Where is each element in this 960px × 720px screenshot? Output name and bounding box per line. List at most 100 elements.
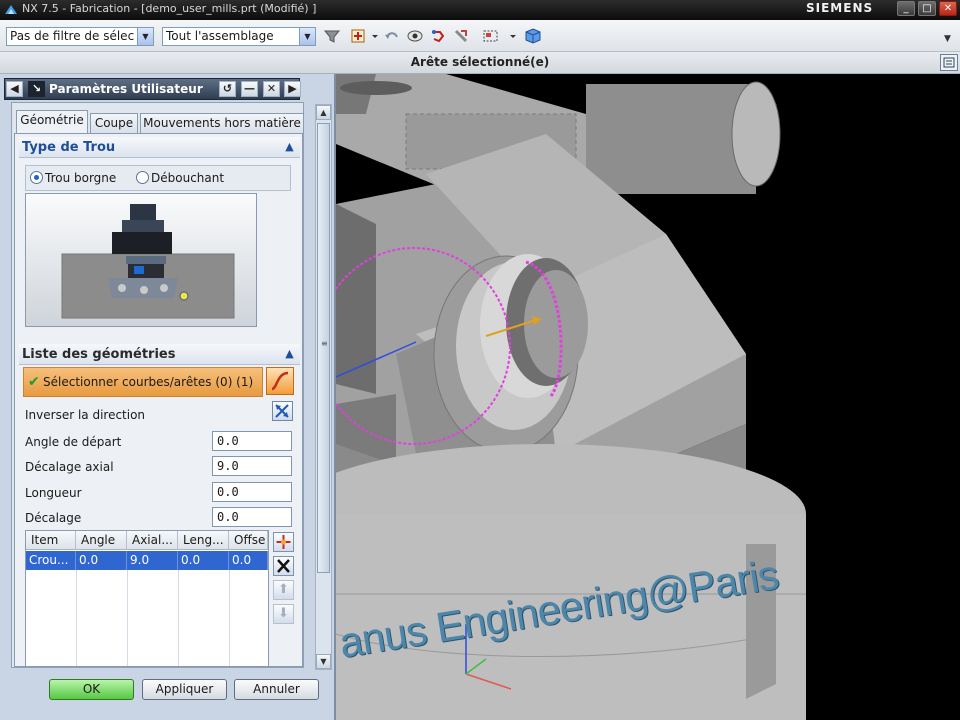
start-angle-input[interactable]: 0.0 [212,431,292,451]
blind-hole-radio[interactable]: Trou borgne [30,170,116,188]
geometry-list-table: Item Angle Axial... Leng... Offse Crou..… [25,530,269,666]
geometry-list-group-title: Liste des géométries [22,347,176,362]
forward-arrow-icon[interactable]: ▶ [284,81,301,97]
dialog-tabs: Géométrie Coupe Mouvements hors matière [14,110,304,133]
cue-line-options-icon[interactable] [940,54,958,71]
close-window-button[interactable]: ✕ [939,1,957,16]
chevron-down-icon[interactable]: ▼ [137,28,153,45]
column-header-angle[interactable]: Angle [76,531,127,550]
view-icon[interactable] [406,28,424,44]
window-title-bar: NX 7.5 - Fabrication - [demo_user_mills.… [0,0,960,20]
close-dialog-icon[interactable]: ✕ [263,81,280,97]
hole-type-group-header[interactable]: Type de Trou ▲ [19,137,300,158]
undo-icon[interactable] [383,28,401,44]
toolbar-overflow-icon[interactable]: ▼ [944,34,951,44]
move-down-button[interactable]: ⬇ [273,604,294,624]
window-title: NX 7.5 - Fabrication - [demo_user_mills.… [22,2,317,15]
user-parameters-dialog: ◀ ↘ Paramètres Utilisateur ↺ — ✕ ▶ Géomé… [0,74,336,720]
blind-hole-label: Trou borgne [45,171,117,185]
hole-type-group-title: Type de Trou [22,140,116,155]
axial-offset-input[interactable]: 9.0 [212,456,292,476]
cue-line-message: Arête sélectionné(e) [410,55,550,69]
checkmark-icon: ✔ [28,374,40,390]
reverse-direction-button[interactable] [272,401,293,421]
table-gridline [229,570,230,666]
collapse-icon[interactable]: ▲ [281,346,298,362]
offset-label: Décalage [25,511,82,525]
scrollbar-thumb[interactable]: ≡ [317,123,330,573]
type-filter-value: Pas de filtre de sélec [10,29,135,43]
table-gridline [178,570,179,666]
table-gridline [127,570,128,666]
column-header-item[interactable]: Item [26,531,76,550]
radio-selected-icon [30,171,43,184]
start-angle-label: Angle de départ [25,435,122,449]
through-hole-radio[interactable]: Débouchant [136,170,224,188]
arrow-down-icon: ⬇ [278,606,289,621]
dialog-scrollbar[interactable]: ▲ ≡ ▼ [315,104,332,670]
delete-x-icon [277,559,290,573]
scroll-down-arrow-icon[interactable]: ▼ [316,654,331,669]
reverse-direction-label: Inverser la direction [25,408,146,422]
hole-type-radio-group: Trou borgne Débouchant [25,165,291,191]
add-item-button[interactable] [273,532,294,552]
table-cell: 0.0 [229,551,268,570]
tab-cut[interactable]: Coupe [90,113,138,133]
table-cell: 0.0 [178,551,229,570]
cancel-button[interactable]: Annuler [234,679,319,700]
tool-preview-image [25,193,257,327]
column-header-length[interactable]: Leng... [178,531,229,550]
select-curves-edges-row[interactable]: ✔ Sélectionner courbes/arêtes (0) (1) [23,367,263,397]
delete-item-button[interactable] [273,556,294,576]
length-input[interactable]: 0.0 [212,482,292,502]
add-sparkle-icon [276,535,291,549]
cube-icon[interactable] [524,28,542,44]
scroll-up-arrow-icon[interactable]: ▲ [316,105,331,120]
funnel-icon[interactable] [323,28,341,44]
rotate-icon[interactable] [429,28,447,44]
back-arrow-icon[interactable]: ◀ [6,81,23,97]
offset-input[interactable]: 0.0 [212,507,292,527]
dialog-button-bar: OK Appliquer Annuler [11,672,333,712]
pin-icon[interactable]: ↘ [28,81,45,97]
radio-unselected-icon [136,171,149,184]
maximize-button[interactable]: □ [918,1,936,16]
minimize-button[interactable]: _ [897,1,915,16]
ok-button[interactable]: OK [49,679,134,700]
cue-line: Arête sélectionné(e) [0,52,960,74]
axial-offset-label: Décalage axial [25,460,114,474]
through-hole-label: Débouchant [151,171,225,185]
column-header-offset[interactable]: Offse [229,531,268,550]
reverse-arrows-icon [275,404,289,418]
curve-icon [271,371,289,391]
selection-toolbar: Pas de filtre de sélec ▼ Tout l'assembla… [0,20,960,52]
type-filter-dropdown[interactable]: Pas de filtre de sélec ▼ [6,27,154,46]
curve-selection-button[interactable] [266,367,294,395]
length-label: Longueur [25,486,82,500]
graphics-viewport[interactable]: anus Engineering@Paris [336,74,960,720]
apply-button[interactable]: Appliquer [142,679,227,700]
table-header: Item Angle Axial... Leng... Offse [26,531,268,550]
selection-scope-dropdown[interactable]: Tout l'assemblage ▼ [162,27,316,46]
geometry-list-group-header[interactable]: Liste des géométries ▲ [19,344,300,365]
minimize-dialog-icon[interactable]: — [241,81,258,97]
chevron-down-icon[interactable] [504,28,516,44]
move-up-button[interactable]: ⬆ [273,580,294,600]
pan-icon[interactable] [452,28,470,44]
chevron-down-icon[interactable] [366,28,378,44]
tab-non-cutting-moves[interactable]: Mouvements hors matière [140,113,304,133]
selection-box-icon[interactable] [482,28,500,44]
geometry-tab-content: Type de Trou ▲ Trou borgne Débouchant Li… [14,133,303,667]
table-cell: 0.0 [76,551,127,570]
reset-icon[interactable]: ↺ [219,81,236,97]
arrow-up-icon: ⬆ [278,582,289,597]
nx-application-window: NX 7.5 - Fabrication - [demo_user_mills.… [0,0,960,720]
chevron-down-icon[interactable]: ▼ [299,28,315,45]
grip-icon: ≡ [321,339,328,348]
collapse-icon[interactable]: ▲ [281,139,298,155]
dialog-title: Paramètres Utilisateur [49,82,203,96]
column-header-axial[interactable]: Axial... [127,531,178,550]
table-row[interactable]: Crou... 0.0 9.0 0.0 0.0 [26,551,268,570]
table-gridline [76,570,77,666]
tab-geometry[interactable]: Géométrie [16,110,88,133]
